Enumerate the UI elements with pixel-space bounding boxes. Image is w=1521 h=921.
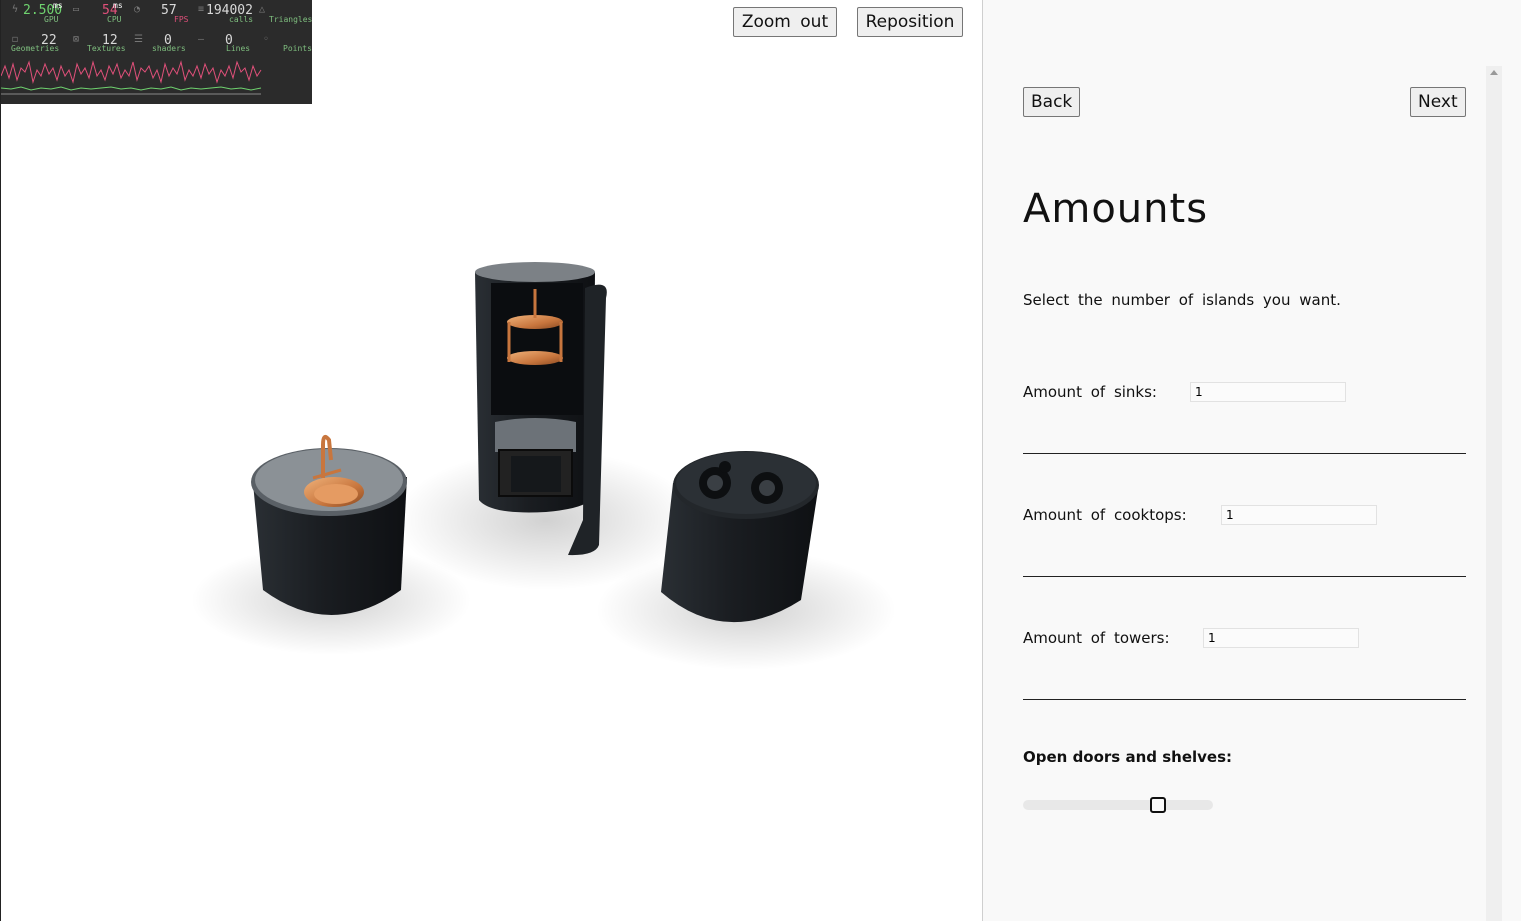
line-icon: — [198, 34, 205, 45]
divider [1023, 576, 1466, 577]
burner-right [751, 472, 783, 504]
sink-island[interactable] [251, 434, 407, 615]
towers-label: Amount of towers: [1023, 629, 1170, 647]
gpu-graph-line [1, 86, 262, 91]
texture-icon: ⊠ [73, 34, 80, 45]
slider-thumb[interactable] [1150, 797, 1166, 813]
chip-icon: ▭ [73, 4, 80, 15]
stats-graph [1, 60, 262, 95]
render-stats-panel: ϟ 2.500 ms GPU ▭ 54 ms CPU ◔ 57 FPS ≡ 19… [1, 0, 312, 104]
cpu-label: CPU [107, 15, 122, 24]
triangles-label: Triangles [269, 15, 312, 24]
sinks-label: Amount of sinks: [1023, 383, 1157, 401]
points-label: Points [283, 44, 312, 53]
configurator-panel: Back Next Amounts Select the number of i… [982, 0, 1521, 921]
kitchen-3d-scene[interactable] [1, 0, 981, 921]
shaders-label: shaders [152, 44, 186, 53]
gauge-icon: ◔ [134, 4, 141, 15]
doors-shelves-label: Open doors and shelves: [1023, 748, 1233, 766]
shader-icon: ☰ [134, 34, 143, 45]
lines-label: Lines [226, 44, 251, 53]
textures-label: Textures [87, 44, 126, 53]
sinks-input[interactable] [1190, 382, 1346, 402]
reposition-button[interactable]: Reposition [857, 7, 963, 37]
cooktop-island[interactable] [661, 451, 819, 623]
3d-viewport[interactable]: Zoom out Reposition ϟ 2.500 ms GPU ▭ 54 … [0, 0, 981, 921]
slider-track [1023, 800, 1213, 810]
page-description: Select the number of islands you want. [1023, 291, 1341, 309]
towers-input[interactable] [1203, 628, 1359, 648]
tower-shelf-lower [507, 351, 563, 365]
fps-label: FPS [174, 15, 189, 24]
calls-label: calls [229, 15, 254, 24]
cooktops-label: Amount of cooktops: [1023, 506, 1187, 524]
lightning-icon: ϟ [12, 4, 19, 15]
divider [1023, 453, 1466, 454]
cooktops-input[interactable] [1221, 505, 1377, 525]
gpu-label: GPU [44, 15, 59, 24]
triangle-icon: △ [259, 4, 266, 15]
tower-oven-top [495, 418, 576, 452]
cpu-unit: ms [113, 1, 123, 10]
panel-scrollbar[interactable] [1486, 66, 1502, 921]
page-title: Amounts [1023, 186, 1209, 232]
geometries-label: Geometries [11, 44, 60, 53]
doors-shelves-slider[interactable] [1023, 797, 1213, 813]
calls-icon: ≡ [198, 4, 205, 15]
zoom-out-button[interactable]: Zoom out [733, 7, 837, 37]
divider [1023, 699, 1466, 700]
next-button[interactable]: Next [1410, 87, 1466, 117]
cpu-graph-line [1, 60, 262, 84]
gpu-unit: ms [53, 1, 63, 10]
point-icon: ◦ [263, 34, 270, 45]
back-button[interactable]: Back [1023, 87, 1081, 117]
scroll-up-arrow-icon[interactable] [1490, 70, 1498, 75]
